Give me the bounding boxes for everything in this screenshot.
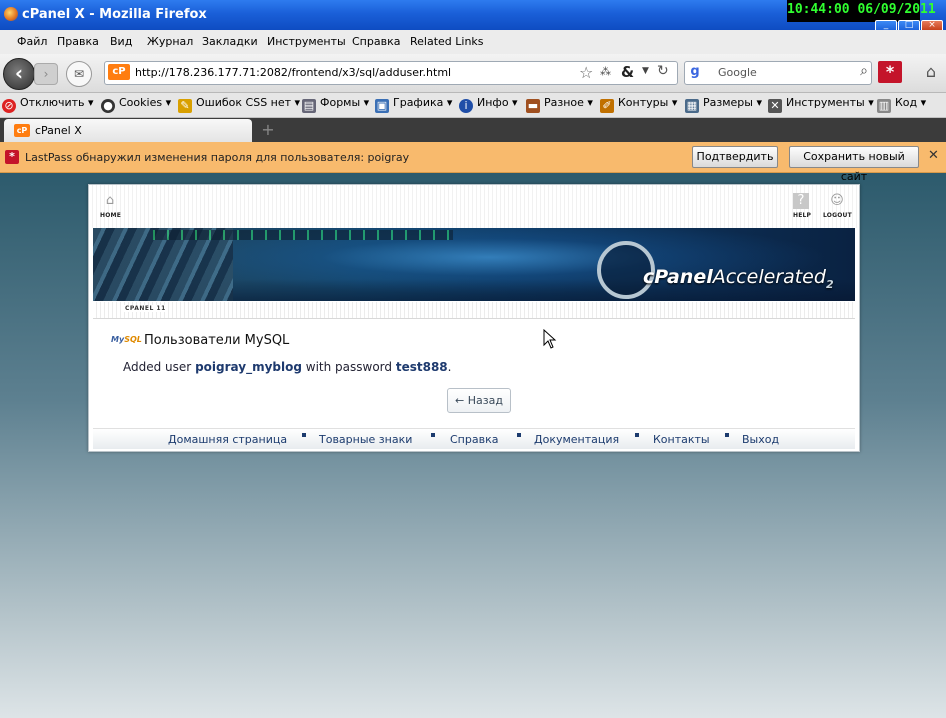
- menu-related-links[interactable]: Related Links: [410, 35, 484, 48]
- bookmark-css[interactable]: ✎ Ошибок CSS нет ▾: [178, 96, 300, 113]
- footer-home-link[interactable]: Домашняя страница: [168, 433, 287, 446]
- cpanel-footer: Домашняя страница Товарные знаки Справка…: [93, 428, 855, 449]
- save-new-site-button[interactable]: Сохранить новый сайт: [789, 146, 919, 183]
- bookmarks-toolbar: ⊘ Отключить ▾ ● Cookies ▾ ✎ Ошибок CSS нет …: [0, 93, 946, 118]
- lastpass-icon[interactable]: *: [878, 61, 902, 83]
- cpanel-banner: cPanelAccelerated2: [93, 228, 855, 301]
- help-link[interactable]: HELP: [793, 212, 811, 219]
- home-link[interactable]: HOME: [100, 212, 121, 219]
- version-label: CPANEL 11: [123, 305, 168, 312]
- lastpass-notification: * LastPass обнаружил изменения пароля дл…: [0, 142, 946, 183]
- close-icon[interactable]: ✕: [928, 148, 939, 163]
- footer-docs-link[interactable]: Документация: [534, 433, 619, 446]
- banner-lights: [153, 230, 453, 240]
- search-icon[interactable]: ⌕: [860, 63, 868, 79]
- clock: 10:44:00 06/09/2011: [787, 0, 936, 22]
- bookmark-tools[interactable]: ✕ Инструменты ▾: [768, 96, 874, 113]
- footer-help-link[interactable]: Справка: [450, 433, 498, 446]
- logout-link[interactable]: LOGOUT: [823, 212, 852, 219]
- mouse-cursor-icon: [543, 329, 557, 349]
- ampersand-icon[interactable]: &: [621, 63, 634, 81]
- google-icon[interactable]: g: [686, 64, 704, 80]
- menu-view[interactable]: Вид: [110, 35, 132, 48]
- cpanel-card: ⌂ HOME ? HELP ☺ LOGOUT cPanelAccelerated…: [88, 184, 860, 452]
- footer-separator: [431, 433, 435, 437]
- tab-label: cPanel X: [35, 124, 82, 137]
- result-message: Added user poigray_myblog with password …: [123, 360, 452, 374]
- cookie-icon: ●: [101, 99, 115, 113]
- info-icon: i: [459, 99, 473, 113]
- created-user: poigray_myblog: [195, 360, 302, 374]
- menu-help[interactable]: Справка: [352, 35, 400, 48]
- back-arrow-icon[interactable]: ‹: [3, 58, 35, 90]
- confirm-button[interactable]: Подтвердить: [692, 146, 778, 168]
- bookmark-forms[interactable]: ▤ Формы ▾: [302, 96, 369, 113]
- bookmark-info[interactable]: i Инфо ▾: [459, 96, 518, 113]
- wrench-icon: ✕: [768, 99, 782, 113]
- footer-trademarks-link[interactable]: Товарные знаки: [319, 433, 412, 446]
- tab-cpanel[interactable]: cP cPanel X: [4, 119, 252, 142]
- url-text[interactable]: http://178.236.177.71:2082/frontend/x3/s…: [135, 66, 451, 79]
- footer-separator: [725, 433, 729, 437]
- mysql-icon: MySQL: [111, 335, 142, 344]
- code-icon: ▥: [877, 99, 891, 113]
- menu-history[interactable]: Журнал: [147, 35, 193, 48]
- back-button[interactable]: ← Назад: [447, 388, 511, 413]
- window-title: cPanel X - Mozilla Firefox: [22, 7, 207, 22]
- ruler-icon: ▦: [685, 99, 699, 113]
- menu-edit[interactable]: Правка: [57, 35, 99, 48]
- cpanel-topbar: ⌂ HOME ? HELP ☺ LOGOUT: [89, 185, 859, 228]
- outline-icon: ✐: [600, 99, 614, 113]
- lastpass-message: LastPass обнаружил изменения пароля для …: [25, 151, 410, 164]
- lastpass-icon: *: [5, 150, 19, 164]
- tab-favicon: cP: [14, 124, 30, 137]
- footer-separator: [302, 433, 306, 437]
- new-tab-button[interactable]: +: [258, 120, 278, 140]
- firefox-icon: [4, 7, 18, 21]
- search-input[interactable]: Google: [718, 66, 757, 79]
- disable-icon: ⊘: [2, 99, 16, 113]
- bookmark-sizes[interactable]: ▦ Размеры ▾: [685, 96, 762, 113]
- bookmark-code[interactable]: ▥ Код ▾: [877, 96, 926, 113]
- bookmark-misc[interactable]: ▬ Разное ▾: [526, 96, 593, 113]
- site-favicon: cP: [108, 64, 130, 80]
- page-title: Пользователи MySQL: [144, 333, 290, 348]
- logout-icon[interactable]: ☺: [829, 193, 845, 209]
- translate-icon[interactable]: ⁂: [600, 65, 611, 78]
- home-icon[interactable]: ⌂: [102, 193, 118, 209]
- menu-file[interactable]: Файл: [17, 35, 47, 48]
- help-icon[interactable]: ?: [793, 193, 809, 209]
- footer-separator: [517, 433, 521, 437]
- chevron-down-icon[interactable]: ▼: [642, 66, 649, 76]
- cpanel-logo-text: cPanelAccelerated2: [643, 266, 834, 291]
- bookmark-outlines[interactable]: ✐ Контуры ▾: [600, 96, 677, 113]
- footer-logout-link[interactable]: Выход: [742, 433, 779, 446]
- menu-bookmarks[interactable]: Закладки: [202, 35, 258, 48]
- menu-bar: Файл Правка Вид Журнал Закладки Инструме…: [0, 30, 946, 55]
- bookmark-star-icon[interactable]: ☆: [579, 63, 593, 82]
- speech-bubble-icon[interactable]: ✉: [66, 61, 92, 87]
- bookmark-disable[interactable]: ⊘ Отключить ▾: [2, 96, 94, 113]
- search-bar[interactable]: g Google ⌕: [684, 61, 872, 85]
- reload-icon[interactable]: ↻: [657, 63, 669, 79]
- bookmark-cookies[interactable]: ● Cookies ▾: [101, 96, 171, 113]
- form-icon: ▤: [302, 99, 316, 113]
- menu-tools[interactable]: Инструменты: [267, 35, 346, 48]
- home-icon[interactable]: ⌂: [920, 61, 942, 83]
- url-bar[interactable]: cP http://178.236.177.71:2082/frontend/x…: [104, 61, 678, 85]
- forward-arrow-icon[interactable]: ›: [34, 63, 58, 85]
- footer-contacts-link[interactable]: Контакты: [653, 433, 710, 446]
- footer-separator: [635, 433, 639, 437]
- navigation-bar: ‹ › ✉ cP http://178.236.177.71:2082/fron…: [0, 54, 946, 93]
- misc-icon: ▬: [526, 99, 540, 113]
- bookmark-graphics[interactable]: ▣ Графика ▾: [375, 96, 452, 113]
- pencil-icon: ✎: [178, 99, 192, 113]
- image-icon: ▣: [375, 99, 389, 113]
- created-password: test888: [395, 360, 448, 374]
- version-bar: CPANEL 11: [93, 302, 855, 319]
